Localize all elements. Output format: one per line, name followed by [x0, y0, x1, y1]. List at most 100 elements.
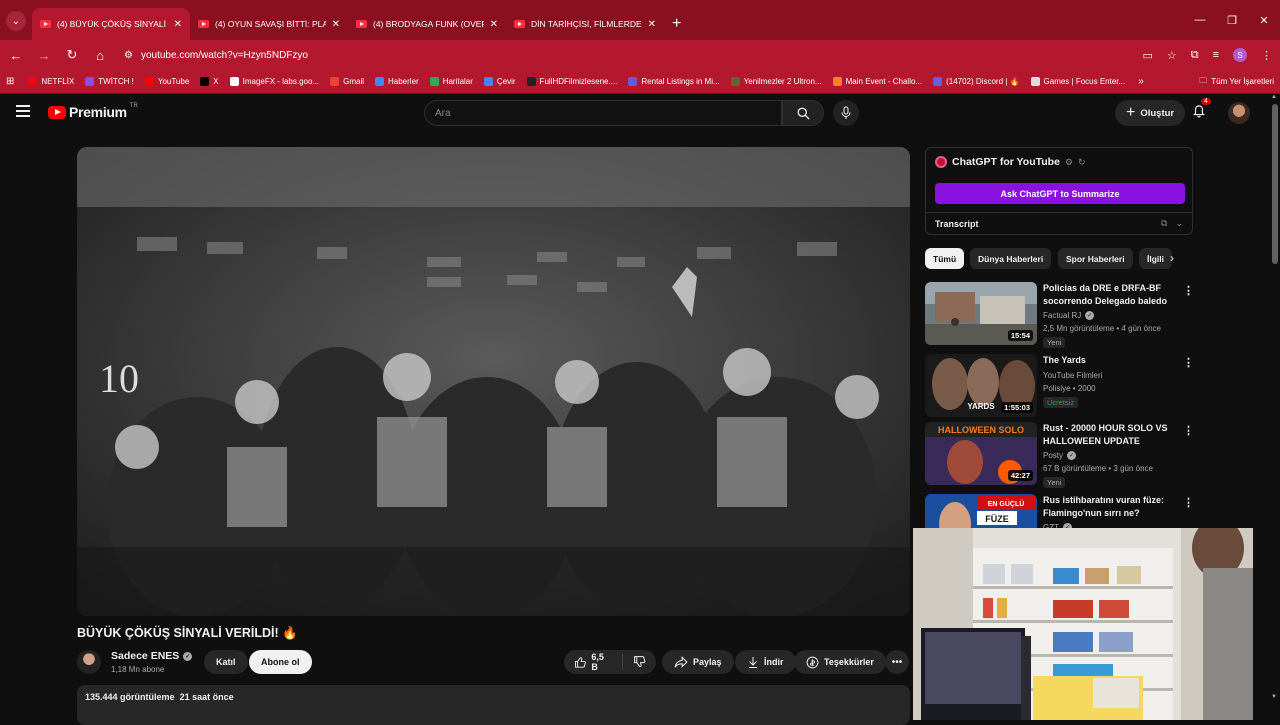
- youtube-premium-logo[interactable]: Premium TR: [48, 103, 138, 120]
- browser-tab[interactable]: (4) OYUN SAVAŞI BİTTİ: PLAYST ✕: [190, 8, 348, 40]
- bookmark-item[interactable]: YouTube: [144, 77, 189, 86]
- bookmark-item[interactable]: NETFLİX: [28, 77, 74, 86]
- youtube-favicon-icon: [356, 20, 367, 28]
- chip-related[interactable]: İlgili: [1139, 248, 1172, 269]
- tab-search-button[interactable]: ⌄: [6, 11, 26, 31]
- reload-icon[interactable]: ↻: [64, 47, 80, 63]
- kebab-menu-icon[interactable]: ⋮: [1183, 284, 1194, 297]
- back-icon[interactable]: ←: [8, 48, 24, 63]
- scroll-up-icon[interactable]: ▲: [1271, 94, 1277, 100]
- forward-icon[interactable]: →: [36, 48, 52, 63]
- close-tab-icon[interactable]: ✕: [332, 19, 340, 30]
- share-button[interactable]: Paylaş: [662, 650, 734, 674]
- chip-sports-news[interactable]: Spor Haberleri: [1058, 248, 1133, 269]
- video-thumbnail[interactable]: 15:54: [925, 282, 1037, 345]
- extensions-icon[interactable]: ⧉: [1191, 49, 1199, 62]
- recommendation-item[interactable]: HALLOWEEN SOLO 42:27 Rust - 20000 HOUR S…: [925, 422, 1194, 488]
- description-box[interactable]: 135.444 görüntüleme 21 saat önce: [77, 685, 910, 725]
- bookmark-item[interactable]: Yenilmezler 2 Ultron...: [730, 77, 822, 86]
- menu-icon[interactable]: [16, 105, 30, 117]
- scroll-down-icon[interactable]: ▼: [1271, 694, 1277, 700]
- chevron-right-icon[interactable]: ›: [1170, 251, 1174, 265]
- bookmark-item[interactable]: Games | Focus Enter...: [1030, 77, 1125, 86]
- home-icon[interactable]: ⌂: [92, 48, 108, 63]
- create-button[interactable]: + Oluştur: [1115, 100, 1186, 126]
- subscribe-button[interactable]: Abone ol: [249, 650, 312, 674]
- like-button[interactable]: 6,5 B: [564, 652, 623, 672]
- all-bookmarks-folder[interactable]: 🗀 Tüm Yer İşaretleri: [1199, 75, 1274, 89]
- settings-icon[interactable]: ⚙: [1065, 157, 1073, 168]
- bookmark-item[interactable]: Haritalar: [429, 77, 473, 86]
- bookmark-item[interactable]: Main Event - Challo...: [832, 77, 922, 86]
- bookmark-favicon-icon: [483, 77, 493, 86]
- close-tab-icon[interactable]: ✕: [648, 19, 656, 30]
- chip-world-news[interactable]: Dünya Haberleri: [970, 248, 1052, 269]
- kebab-menu-icon[interactable]: ⋮: [1183, 496, 1194, 509]
- recommendation-item[interactable]: 15:54 Policias da DRE e DRFA-BF socorren…: [925, 282, 1194, 348]
- bookmark-item[interactable]: X: [200, 77, 219, 86]
- recommendation-item[interactable]: YARDS 1:55:03 The Yards YouTube Filmleri…: [925, 354, 1194, 418]
- filter-chips: Tümü Dünya Haberleri Spor Haberleri İlgi…: [925, 248, 1193, 270]
- subscriber-count: 1,18 Mn abone: [111, 665, 165, 674]
- youtube-favicon-icon: [40, 20, 51, 28]
- minimize-icon[interactable]: —: [1184, 0, 1216, 40]
- dislike-button[interactable]: [623, 655, 656, 670]
- bookmark-label: Haritalar: [442, 77, 473, 86]
- kebab-menu-icon[interactable]: ⋮: [1183, 356, 1194, 369]
- chevron-down-icon[interactable]: ⌄: [1175, 218, 1183, 229]
- address-bar[interactable]: ⚙ youtube.com/watch?v=Hzyn5NDFzyo: [124, 50, 1130, 61]
- bookmark-item[interactable]: TWİTCH !: [85, 77, 134, 86]
- browser-tab[interactable]: (4) BRODYAGA FUNK (OVER SL ✕: [348, 8, 506, 40]
- more-actions-button[interactable]: •••: [885, 650, 909, 674]
- restore-icon[interactable]: ❐: [1216, 0, 1248, 40]
- search-button[interactable]: [782, 100, 824, 126]
- profile-avatar[interactable]: S: [1233, 48, 1247, 62]
- chip-all[interactable]: Tümü: [925, 248, 965, 269]
- browser-tab[interactable]: DİN TARİHÇİSİ, FİLMLERDEKİ D ✕: [506, 8, 664, 40]
- video-thumbnail[interactable]: HALLOWEEN SOLO 42:27: [925, 422, 1037, 485]
- thumbnail-text: YARDS: [967, 402, 995, 411]
- media-icon[interactable]: ≡: [1213, 49, 1219, 61]
- bookmark-favicon-icon: [375, 77, 384, 86]
- channel-avatar[interactable]: [77, 650, 101, 674]
- download-button[interactable]: İndir: [735, 650, 796, 674]
- more-bookmarks-icon[interactable]: »: [1138, 76, 1144, 87]
- apps-grid-icon[interactable]: ⊞: [6, 76, 14, 87]
- share-label: Paylaş: [693, 657, 722, 667]
- bookmark-item[interactable]: Haberler: [375, 77, 419, 86]
- bookmark-item[interactable]: FullHDFilmizlesene....: [526, 77, 617, 86]
- thanks-button[interactable]: Teşekkürler: [794, 650, 886, 674]
- bookmark-item[interactable]: Rental Listings in Mi...: [628, 77, 720, 86]
- bookmark-item[interactable]: Gmail: [330, 77, 364, 86]
- scrollbar-thumb[interactable]: [1272, 104, 1278, 264]
- video-player[interactable]: 10: [77, 147, 910, 616]
- search-input[interactable]: Ara: [424, 100, 782, 126]
- notifications-button[interactable]: 4: [1192, 98, 1211, 121]
- transcript-toggle[interactable]: Transcript: [935, 219, 979, 229]
- bookmark-item[interactable]: (14702) Discord | 🔥: [933, 77, 1020, 86]
- close-tab-icon[interactable]: ✕: [174, 19, 182, 30]
- account-avatar[interactable]: [1228, 102, 1250, 124]
- kebab-menu-icon[interactable]: ⋮: [1183, 424, 1194, 437]
- bookmark-item[interactable]: Çevir: [483, 77, 516, 86]
- page-scrollbar[interactable]: ▲ ▼: [1270, 94, 1280, 720]
- refresh-icon[interactable]: ↻: [1078, 157, 1086, 168]
- video-thumbnail[interactable]: YARDS 1:55:03: [925, 354, 1037, 417]
- join-button[interactable]: Katıl: [204, 650, 248, 674]
- copy-icon[interactable]: ⧉: [1161, 218, 1167, 229]
- bookmark-label: Gmail: [343, 77, 364, 86]
- bookmark-label: NETFLİX: [41, 77, 75, 86]
- new-tab-button[interactable]: +: [672, 15, 681, 33]
- summarize-button[interactable]: Ask ChatGPT to Summarize: [935, 183, 1185, 204]
- voice-search-button[interactable]: [833, 100, 859, 126]
- bookmark-item[interactable]: ImageFX - labs.goo...: [229, 77, 319, 86]
- bookmark-star-icon[interactable]: ☆: [1167, 49, 1177, 62]
- close-window-icon[interactable]: ✕: [1248, 0, 1280, 40]
- bookmark-favicon-icon: [229, 77, 239, 86]
- site-info-icon[interactable]: ⚙: [124, 50, 133, 61]
- browser-menu-icon[interactable]: ⋮: [1261, 49, 1272, 62]
- cast-icon[interactable]: ▭: [1142, 49, 1152, 62]
- close-tab-icon[interactable]: ✕: [490, 19, 498, 30]
- channel-name-link[interactable]: Sadece ENES ✓: [111, 650, 193, 662]
- browser-tab[interactable]: (4) BÜYÜK ÇÖKÜŞ SİNYALİ VERİ ✕: [32, 8, 190, 40]
